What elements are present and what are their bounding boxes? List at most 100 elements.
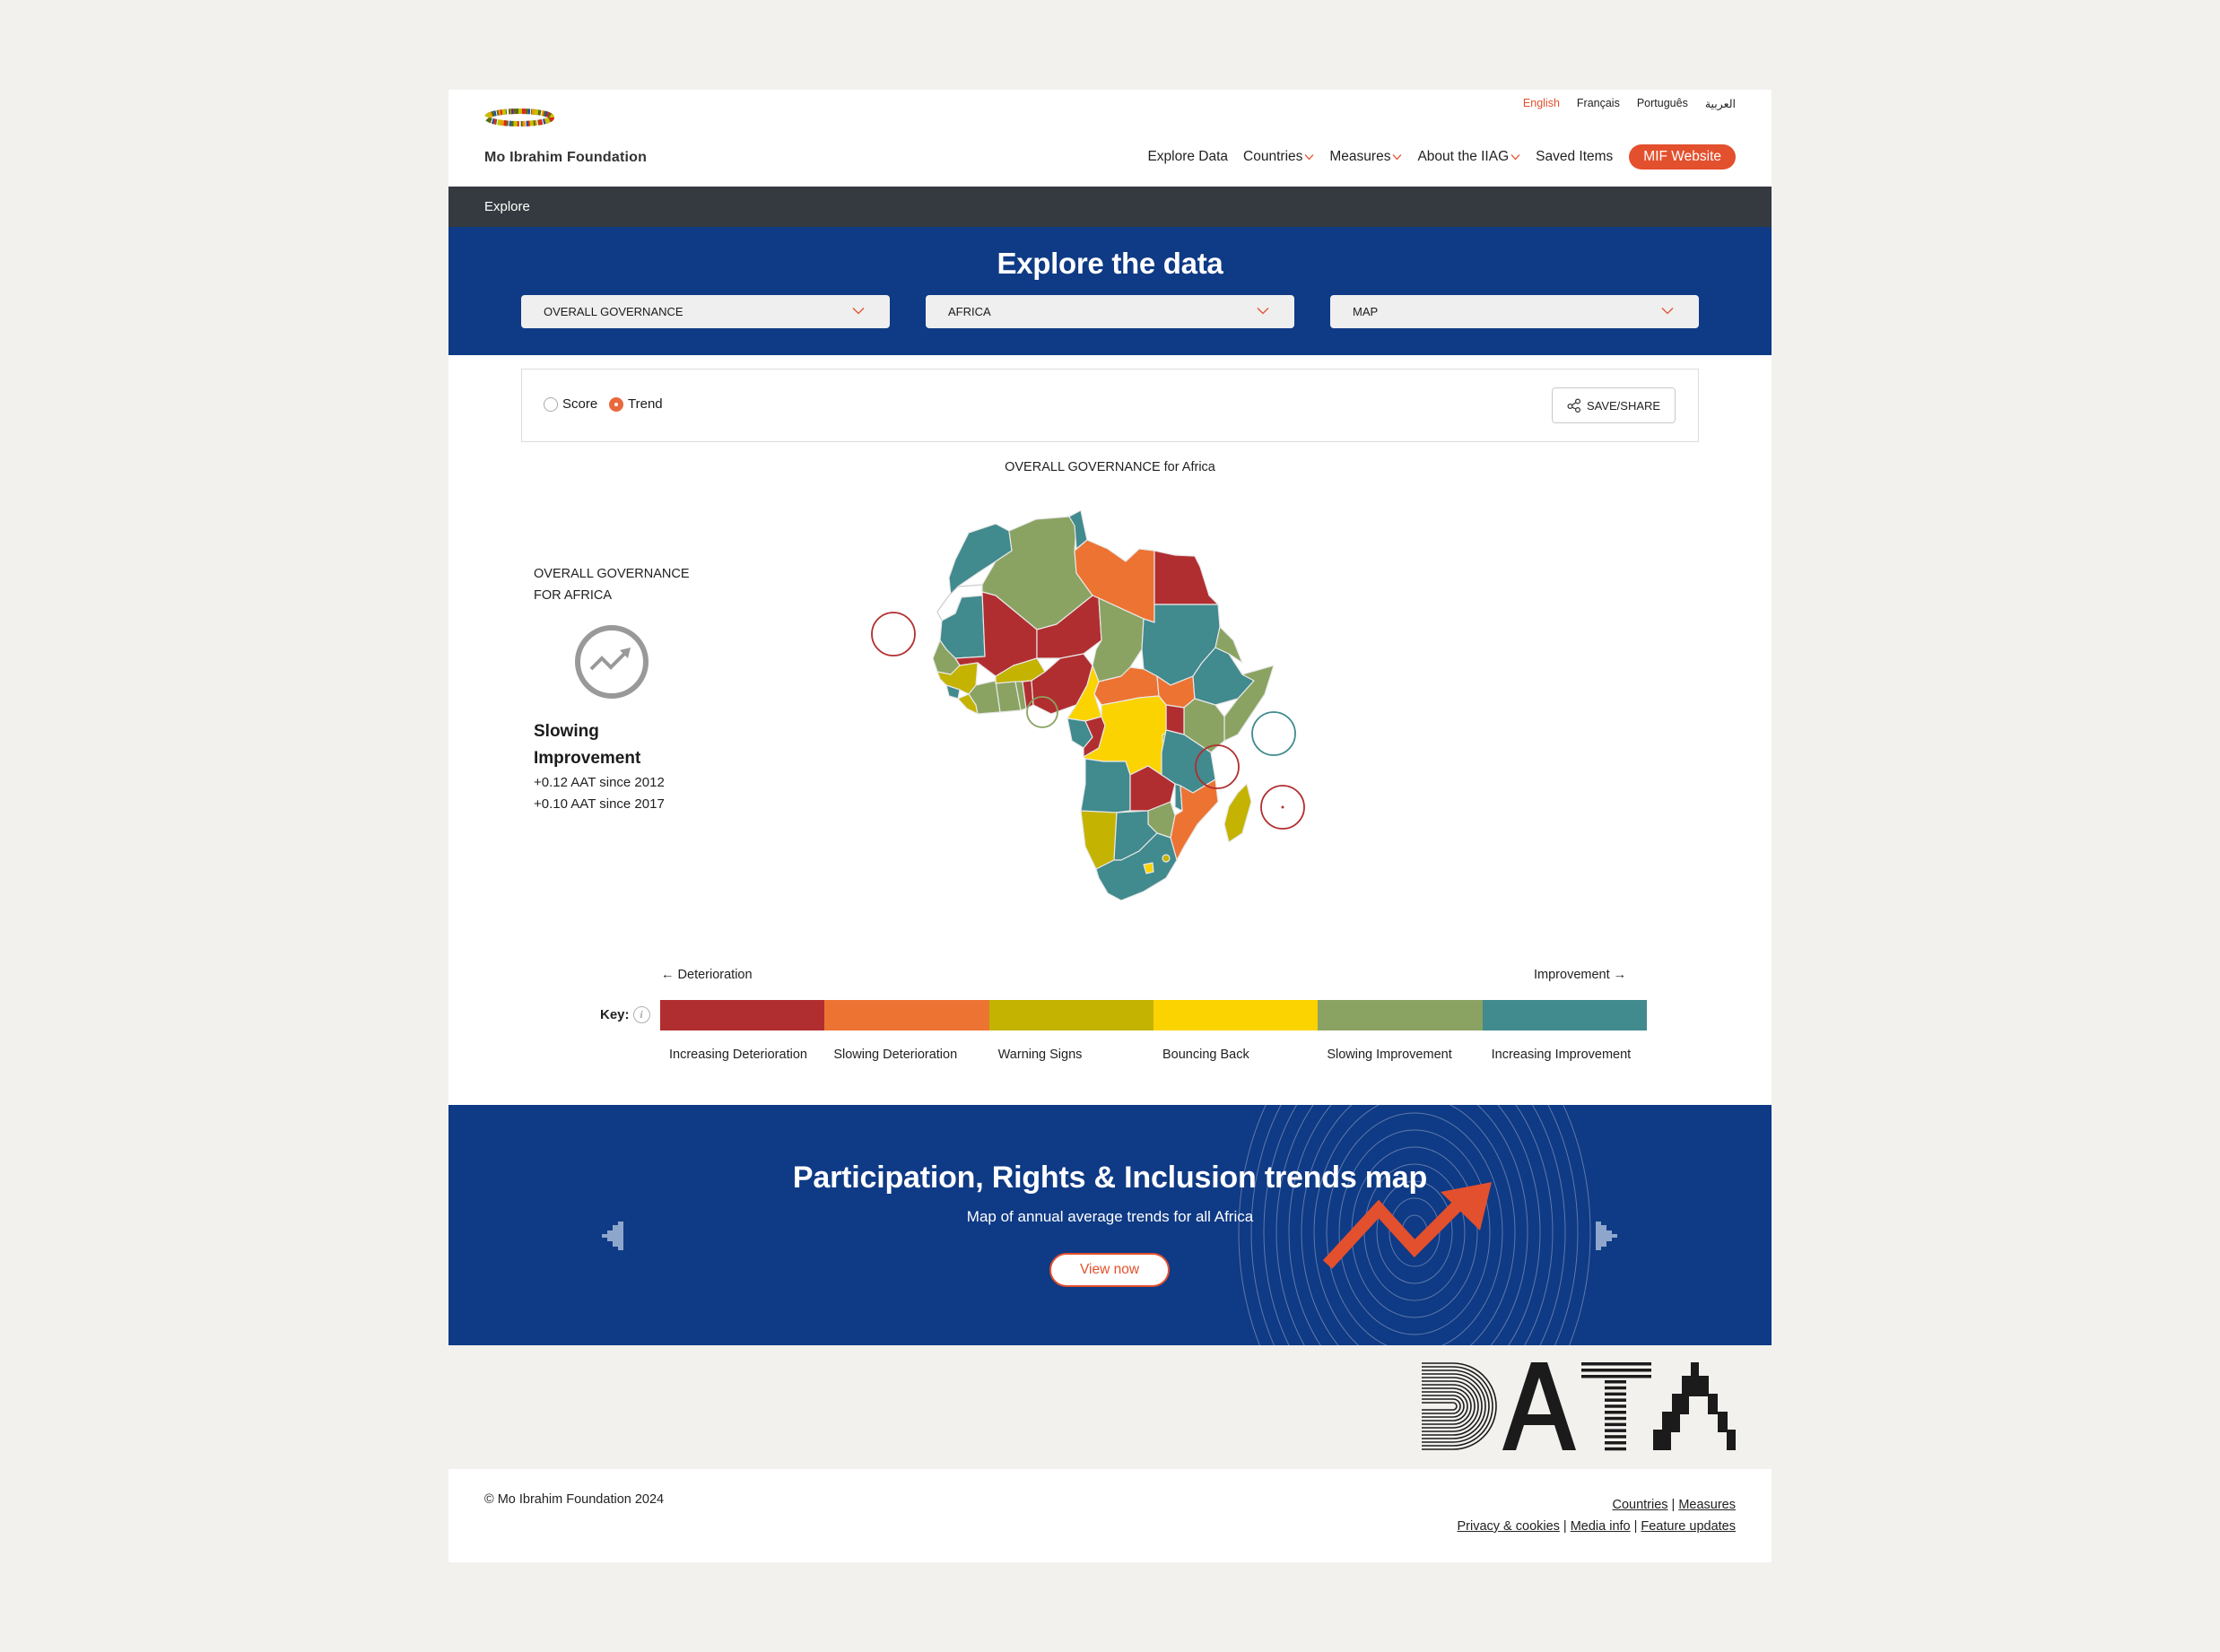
key-label-increasing-deterioration: Increasing Deterioration	[669, 1048, 807, 1062]
t-letter-stripe	[1605, 1404, 1626, 1408]
key-color-bar	[660, 1000, 1647, 1030]
t-letter-stripe	[1605, 1416, 1626, 1421]
island-callout-cape-verde[interactable]	[871, 612, 916, 656]
t-letter-stripe	[1605, 1392, 1626, 1396]
t-letter-stripe	[1605, 1386, 1626, 1390]
site-footer: © Mo Ibrahim Foundation 2024 Countries | M…	[448, 1469, 1772, 1562]
lang-english[interactable]: English	[1523, 97, 1560, 110]
radio-label: Trend	[628, 396, 663, 412]
key-label-warning-signs: Warning Signs	[997, 1048, 1083, 1062]
map-controls: Score Trend SAVE/SHARE	[521, 369, 1699, 442]
language-switcher: English Français Português العربية	[1523, 97, 1736, 110]
brand-name[interactable]: Mo Ibrahim Foundation	[484, 150, 647, 166]
key-label-bouncing-back: Bouncing Back	[1162, 1048, 1249, 1062]
t-letter-stripe	[1581, 1369, 1651, 1372]
t-letter-stripe	[1605, 1447, 1626, 1451]
t-letter-stripe	[1581, 1375, 1651, 1378]
data-logo-band	[448, 1345, 1772, 1469]
footer-link-feature-updates[interactable]: Feature updates	[1641, 1519, 1736, 1534]
t-letter-stripe	[1605, 1422, 1626, 1427]
country-uganda	[1165, 704, 1185, 735]
location-select[interactable]: AFRICA	[926, 295, 1294, 328]
measure-select[interactable]: OVERALL GOVERNANCE	[521, 295, 890, 328]
africa-map[interactable]	[861, 506, 1363, 927]
chevron-down-icon	[852, 308, 865, 315]
t-letter-stripe	[1605, 1435, 1626, 1439]
key-label-slowing-improvement: Slowing Improvement	[1327, 1048, 1452, 1062]
data-logo	[1422, 1362, 1736, 1451]
key-swatch-increasing-improvement	[1482, 1000, 1647, 1030]
save-share-button[interactable]: SAVE/SHARE	[1552, 387, 1676, 423]
radio-label: Score	[562, 396, 598, 412]
key-label-text: Key:	[600, 1007, 630, 1022]
summary-label: FOR AFRICA	[534, 588, 613, 603]
country-egypt	[1154, 550, 1219, 605]
mif-logo-icon[interactable]	[484, 108, 554, 127]
key-label: Key: i	[600, 1006, 650, 1023]
key-labels: Increasing Deterioration Slowing Deterio…	[660, 1032, 1647, 1077]
decorative-ring	[1376, 1180, 1453, 1284]
footer-link-measures[interactable]: Measures	[1678, 1498, 1736, 1512]
nav-measures[interactable]: Measures	[1329, 149, 1402, 165]
key-label-increasing-improvement: Increasing Improvement	[1491, 1048, 1632, 1062]
arrow-right-icon: →	[1613, 968, 1627, 982]
chevron-down-icon	[1661, 308, 1674, 315]
nav-explore-data[interactable]: Explore Data	[1147, 149, 1228, 165]
carousel-prev-icon[interactable]	[598, 1220, 631, 1252]
country-angola	[1080, 758, 1131, 816]
key-swatch-slowing-improvement	[1318, 1000, 1483, 1030]
lang-arabic[interactable]: العربية	[1705, 97, 1736, 110]
d-letter-stroke	[1422, 1377, 1483, 1436]
nav-about-iiag[interactable]: About the IIAG	[1417, 149, 1520, 165]
chevron-down-icon	[1392, 154, 1402, 161]
map-key: ← Deterioration Improvement → Key: i Inc…	[448, 968, 1772, 1075]
info-icon[interactable]: i	[632, 1006, 650, 1023]
chevron-down-icon	[1304, 154, 1314, 161]
separator: |	[1633, 1519, 1638, 1534]
footer-link-privacy[interactable]: Privacy & cookies	[1457, 1519, 1559, 1534]
separator: |	[1671, 1498, 1676, 1512]
view-now-button[interactable]: View now	[1049, 1253, 1170, 1287]
footer-link-media-info[interactable]: Media info	[1571, 1519, 1631, 1534]
main-nav: Explore Data Countries Measures About th…	[1147, 144, 1736, 170]
carousel-next-icon[interactable]	[1589, 1220, 1621, 1252]
promo-banner: Participation, Rights & Inclusion trends…	[448, 1105, 1772, 1345]
trend-stat-2017: +0.10 AAT since 2017	[534, 796, 665, 812]
save-share-label: SAVE/SHARE	[1586, 398, 1661, 413]
breadcrumb-explore[interactable]: Explore	[484, 199, 530, 214]
t-letter-stripe	[1605, 1398, 1626, 1402]
t-letter-stripe	[1605, 1380, 1626, 1384]
trend-up-icon	[575, 625, 649, 699]
lang-french[interactable]: Français	[1577, 97, 1620, 110]
chevron-down-icon	[1257, 308, 1269, 315]
arrow-left-icon: ←	[661, 968, 675, 982]
deterioration-label: Deterioration	[677, 968, 753, 982]
trend-status-line: Slowing	[534, 722, 599, 741]
lang-portuguese[interactable]: Português	[1637, 97, 1688, 110]
trend-status: Slowing Improvement	[534, 718, 740, 772]
nav-countries[interactable]: Countries	[1243, 149, 1314, 165]
radio-circle-icon	[544, 396, 558, 412]
breadcrumb: Explore	[448, 187, 1772, 227]
mif-website-button[interactable]: MIF Website	[1629, 144, 1736, 170]
banner-title: Participation, Rights & Inclusion trends…	[792, 1161, 1428, 1195]
radio-score[interactable]: Score	[544, 396, 597, 412]
trend-stat-2012: +0.12 AAT since 2012	[534, 775, 665, 790]
footer-link-countries[interactable]: Countries	[1612, 1498, 1667, 1512]
site-header: Mo Ibrahim Foundation English Français P…	[448, 90, 1772, 187]
explore-panel: Explore the data OVERALL GOVERNANCE AFRI…	[448, 227, 1772, 355]
key-label-slowing-deterioration: Slowing Deterioration	[833, 1048, 958, 1062]
map-content: Score Trend SAVE/SHARE OVERALL GOVERNANC…	[448, 355, 1772, 1105]
key-swatch-warning-signs	[988, 1000, 1154, 1030]
radio-trend[interactable]: Trend	[609, 396, 663, 412]
key-swatch-increasing-deterioration	[660, 1000, 825, 1030]
nav-saved-items[interactable]: Saved Items	[1536, 149, 1613, 165]
d-letter-stroke	[1422, 1384, 1476, 1429]
d-letter-stroke	[1422, 1402, 1458, 1411]
t-letter-stripe	[1581, 1362, 1651, 1366]
nav-label: Countries	[1243, 149, 1303, 164]
view-select[interactable]: MAP	[1330, 295, 1699, 328]
t-letter-stripe	[1605, 1411, 1626, 1414]
island-callout-seychelles[interactable]	[1251, 711, 1296, 756]
island-dot	[1281, 805, 1284, 809]
